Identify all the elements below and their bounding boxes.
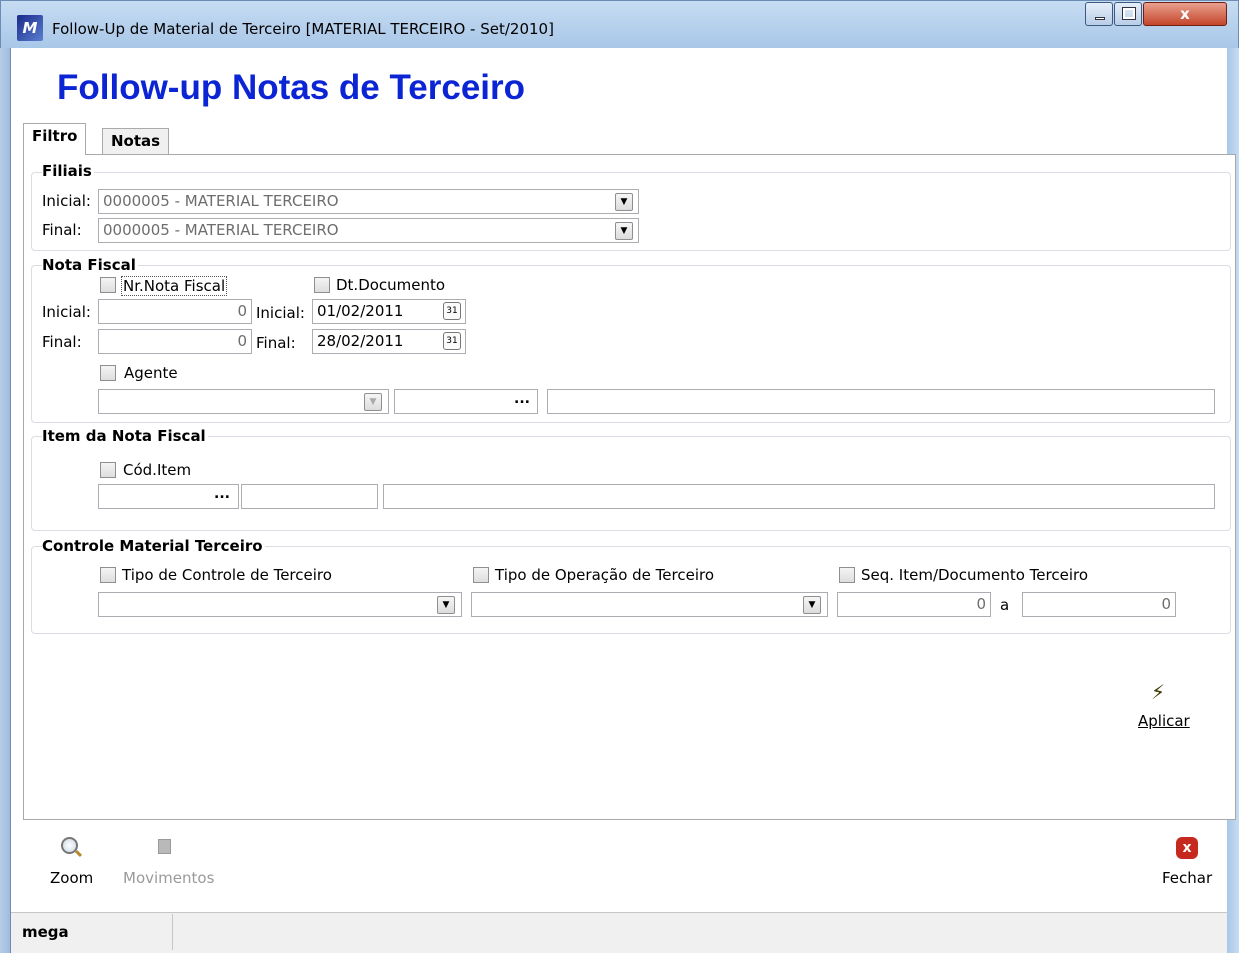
close-window-button[interactable]: x — [1143, 2, 1227, 26]
calendar-icon[interactable]: 31 — [443, 302, 461, 320]
calendar-icon[interactable]: 31 — [443, 332, 461, 350]
tipo-controle-checkbox[interactable] — [100, 567, 116, 583]
close-icon: x — [1176, 837, 1198, 859]
status-divider — [172, 914, 173, 950]
apply-button[interactable]: ⚡ Aplicar — [1135, 680, 1191, 736]
nr-nota-fiscal-label: Nr.Nota Fiscal — [121, 276, 228, 296]
filial-final-select[interactable]: 0000005 - MATERIAL TERCEIRO — [98, 218, 639, 243]
nota-fiscal-group-title: Nota Fiscal — [42, 256, 138, 274]
controle-material-group — [31, 546, 1231, 634]
page-title: Follow-up Notas de Terceiro — [57, 68, 526, 107]
tipo-operacao-select[interactable] — [471, 592, 828, 617]
seq-from-input[interactable]: 0 — [837, 592, 991, 617]
cod-item-label: Cód.Item — [123, 461, 192, 479]
close-icon: x — [1180, 5, 1190, 23]
seq-item-label: Seq. Item/Documento Terceiro — [861, 566, 1088, 584]
agente-type-select[interactable] — [98, 389, 389, 414]
controle-material-group-title: Controle Material Terceiro — [42, 537, 265, 555]
fechar-button[interactable]: x Fechar — [1158, 836, 1218, 892]
minimize-button[interactable] — [1085, 2, 1113, 26]
zoom-label: Zoom — [50, 869, 94, 887]
tipo-operacao-label: Tipo de Operação de Terceiro — [495, 566, 715, 584]
filial-final-label: Final: — [42, 221, 82, 239]
nr-final-label: Final: — [42, 333, 82, 351]
agente-checkbox[interactable] — [100, 365, 116, 381]
window-border-left — [0, 48, 11, 953]
tab-notas[interactable]: Notas — [102, 128, 170, 155]
dt-inicial-label: Inicial: — [256, 304, 305, 322]
tipo-controle-label: Tipo de Controle de Terceiro — [122, 566, 332, 584]
movimentos-label: Movimentos — [123, 869, 215, 887]
nr-inicial-label: Inicial: — [42, 303, 91, 321]
agente-name-input[interactable] — [547, 389, 1215, 414]
nr-inicial-input[interactable]: 0 — [98, 299, 252, 324]
filial-inicial-dropdown-icon[interactable]: ▼ — [615, 193, 633, 211]
apply-label: Aplicar — [1138, 712, 1190, 730]
filial-final-value: 0000005 - MATERIAL TERCEIRO — [103, 221, 339, 239]
tipo-operacao-checkbox[interactable] — [473, 567, 489, 583]
tipo-controle-select[interactable] — [98, 592, 462, 617]
cod-item-lookup-button[interactable]: ... — [211, 486, 233, 502]
tipo-operacao-dropdown-icon[interactable]: ▼ — [803, 596, 821, 614]
window-title: Follow-Up de Material de Terceiro [MATER… — [52, 20, 554, 38]
filiais-group-title: Filiais — [42, 162, 94, 180]
movimentos-button: Movimentos — [120, 836, 216, 892]
agente-label: Agente — [124, 364, 178, 382]
tipo-controle-dropdown-icon[interactable]: ▼ — [437, 596, 455, 614]
movimentos-icon — [158, 839, 171, 854]
status-bar — [11, 912, 1227, 953]
filial-inicial-label: Inicial: — [42, 192, 91, 210]
filial-inicial-select[interactable]: 0000005 - MATERIAL TERCEIRO — [98, 189, 639, 214]
zoom-button[interactable]: Zoom — [45, 836, 99, 892]
app-logo-icon: M — [17, 15, 43, 41]
nr-final-input[interactable]: 0 — [98, 329, 252, 354]
filial-inicial-value: 0000005 - MATERIAL TERCEIRO — [103, 192, 339, 210]
seq-to-input[interactable]: 0 — [1022, 592, 1176, 617]
agente-dropdown-icon[interactable]: ▼ — [364, 393, 382, 411]
dt-final-label: Final: — [256, 334, 296, 352]
status-text: mega — [22, 923, 69, 941]
fechar-label: Fechar — [1162, 869, 1213, 887]
dt-documento-label: Dt.Documento — [336, 276, 446, 294]
item-description-input[interactable] — [383, 484, 1215, 509]
nr-nota-fiscal-checkbox[interactable] — [100, 277, 116, 293]
item-aux-input[interactable] — [241, 484, 378, 509]
filial-final-dropdown-icon[interactable]: ▼ — [615, 222, 633, 240]
seq-range-separator: a — [1000, 596, 1010, 614]
dt-documento-checkbox[interactable] — [314, 277, 330, 293]
tab-filtro[interactable]: Filtro — [23, 123, 87, 155]
seq-item-checkbox[interactable] — [839, 567, 855, 583]
item-nota-fiscal-group-title: Item da Nota Fiscal — [42, 427, 208, 445]
magnifier-handle-icon — [74, 849, 83, 858]
agente-lookup-button[interactable]: ... — [512, 391, 532, 407]
cod-item-checkbox[interactable] — [100, 462, 116, 478]
lightning-icon: ⚡ — [1151, 680, 1166, 704]
maximize-button[interactable] — [1114, 2, 1142, 26]
